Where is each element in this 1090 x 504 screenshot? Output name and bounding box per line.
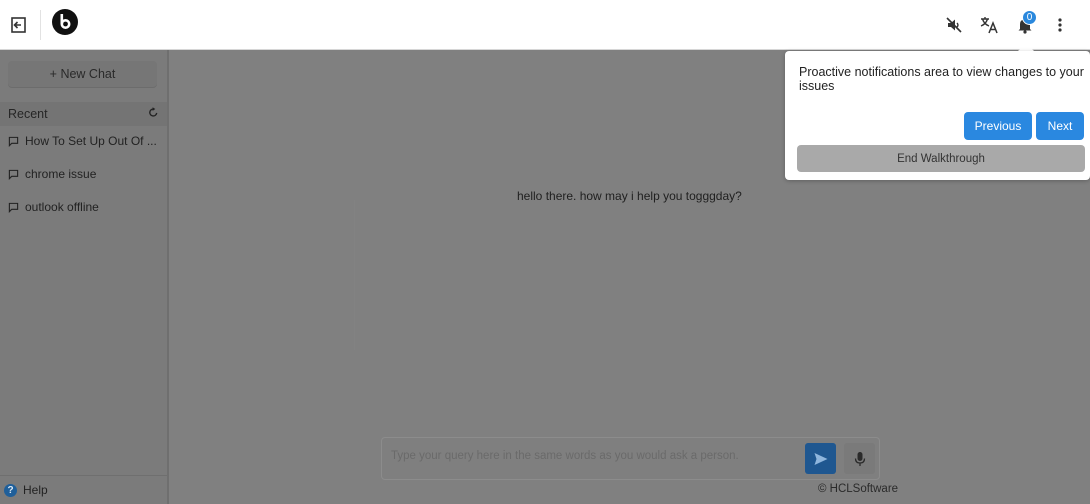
header-divider	[40, 10, 41, 40]
send-icon	[814, 452, 827, 465]
help-icon: ?	[4, 483, 17, 497]
end-walkthrough-button[interactable]: End Walkthrough	[797, 145, 1085, 172]
chat-history-item[interactable]: outlook offline	[8, 200, 158, 214]
help-label: Help	[23, 483, 48, 497]
translate-icon[interactable]	[975, 11, 1003, 39]
chat-history-label: How To Set Up Out Of ...	[25, 134, 157, 148]
background-panel	[175, 200, 355, 350]
help-link[interactable]: ? Help	[0, 475, 167, 504]
recent-header: Recent	[0, 102, 167, 126]
refresh-icon[interactable]	[148, 107, 159, 121]
send-button[interactable]	[805, 443, 836, 474]
chat-input-container	[381, 437, 880, 480]
microphone-button[interactable]	[844, 443, 875, 474]
new-chat-button[interactable]: + New Chat	[8, 61, 157, 87]
microphone-icon	[854, 451, 865, 466]
chat-query-input[interactable]	[391, 450, 791, 462]
recent-label: Recent	[8, 107, 48, 121]
sidebar: + New Chat Recent How To Set Up Out Of .…	[0, 50, 169, 504]
kebab-menu-icon[interactable]	[1046, 11, 1074, 39]
speaker-muted-icon[interactable]	[940, 11, 968, 39]
chat-bubble-icon	[8, 202, 19, 213]
chat-history-item[interactable]: chrome issue	[8, 167, 158, 181]
chat-history-label: outlook offline	[25, 200, 99, 214]
notification-count-badge: 0	[1022, 10, 1037, 25]
brand-logo	[51, 8, 79, 36]
chat-history-label: chrome issue	[25, 167, 97, 181]
chat-history-item[interactable]: How To Set Up Out Of ...	[8, 134, 158, 148]
bot-greeting-message: hello there. how may i help you togggday…	[517, 189, 742, 203]
next-button[interactable]: Next	[1036, 112, 1084, 140]
chat-bubble-icon	[8, 169, 19, 180]
previous-button[interactable]: Previous	[964, 112, 1032, 140]
exit-icon[interactable]	[5, 11, 33, 39]
top-bar: 0	[0, 0, 1090, 50]
walkthrough-popover: Proactive notifications area to view cha…	[785, 51, 1090, 180]
copyright-text: © HCLSoftware	[818, 483, 899, 495]
walkthrough-text: Proactive notifications area to view cha…	[799, 65, 1084, 93]
chat-bubble-icon	[8, 136, 19, 147]
